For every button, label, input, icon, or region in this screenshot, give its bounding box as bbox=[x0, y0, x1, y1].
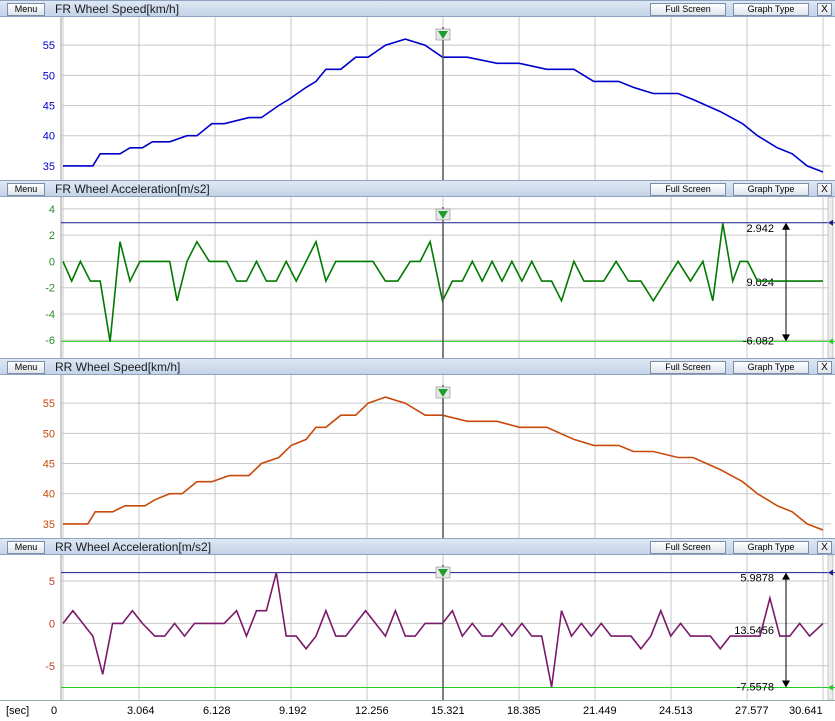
panel-titlebar: Menu FR Wheel Acceleration[m/s2] Full Sc… bbox=[0, 180, 835, 197]
close-button[interactable]: X bbox=[817, 3, 832, 16]
full-screen-button[interactable]: Full Screen bbox=[650, 541, 726, 554]
y-tick-label: 50 bbox=[43, 70, 55, 82]
close-button[interactable]: X bbox=[817, 361, 832, 374]
y-tick-label: 2 bbox=[49, 230, 55, 242]
y-tick-label: -6 bbox=[45, 335, 55, 347]
menu-button[interactable]: Menu bbox=[7, 183, 45, 196]
time-tick-label: 18.385 bbox=[507, 705, 541, 717]
panel-fr-wheel-acceleration: Menu FR Wheel Acceleration[m/s2] Full Sc… bbox=[0, 180, 835, 358]
time-tick-label: 3.064 bbox=[126, 705, 155, 717]
line-chart[interactable]: 4 2 0 -2 -4 -6 2.942 9.024 -6.082 bbox=[0, 197, 835, 358]
time-tick-label: 27.577 bbox=[735, 705, 769, 717]
y-tick-label: 55 bbox=[43, 398, 55, 410]
time-tick-label: 15.321 bbox=[431, 705, 465, 717]
lower-value-label: -6.082 bbox=[743, 335, 774, 347]
panel-titlebar: Menu FR Wheel Speed[km/h] Full Screen Gr… bbox=[0, 0, 835, 17]
range-arrow-up-icon bbox=[782, 222, 790, 230]
axis-unit-label: [sec] bbox=[6, 705, 30, 717]
panel-title: FR Wheel Acceleration[m/s2] bbox=[55, 182, 210, 196]
time-tick-label: 21.449 bbox=[583, 705, 617, 717]
line-chart[interactable]: 5 0 -5 5.9878 13.5456 -7.5578 bbox=[0, 555, 835, 700]
panel-title: RR Wheel Speed[km/h] bbox=[55, 360, 181, 374]
time-axis: [sec] 0 3.064 6.128 9.192 12.256 15.321 18.385… bbox=[0, 700, 835, 721]
menu-button[interactable]: Menu bbox=[7, 361, 45, 374]
line-chart[interactable]: 35 40 45 50 55 bbox=[0, 17, 835, 180]
y-tick-label: 55 bbox=[43, 40, 55, 52]
y-tick-label: 35 bbox=[43, 161, 55, 173]
lower-value-label: -7.5578 bbox=[737, 681, 774, 693]
close-button[interactable]: X bbox=[817, 183, 832, 196]
y-tick-label: 45 bbox=[43, 101, 55, 113]
plot-area[interactable]: 4 2 0 -2 -4 -6 2.942 9.024 -6.082 bbox=[0, 197, 835, 358]
y-tick-label: 4 bbox=[49, 204, 55, 216]
upper-value-label: 5.9878 bbox=[740, 573, 774, 585]
menu-button[interactable]: Menu bbox=[7, 541, 45, 554]
y-tick-label: 40 bbox=[43, 131, 55, 143]
time-tick-label: 0 bbox=[51, 705, 58, 717]
panel-rr-wheel-acceleration: Menu RR Wheel Acceleration[m/s2] Full Sc… bbox=[0, 538, 835, 700]
graph-type-button[interactable]: Graph Type bbox=[733, 361, 809, 374]
cursor-marker-icon bbox=[435, 28, 451, 41]
plot-area[interactable]: 35 40 45 50 55 bbox=[0, 375, 835, 538]
plot-area[interactable]: 5 0 -5 5.9878 13.5456 -7.5578 bbox=[0, 555, 835, 700]
time-tick-label: 6.128 bbox=[202, 705, 231, 717]
panel-titlebar: Menu RR Wheel Speed[km/h] Full Screen Gr… bbox=[0, 358, 835, 375]
range-value-label: 13.5456 bbox=[734, 625, 774, 637]
y-tick-label: -5 bbox=[45, 661, 55, 673]
y-tick-label: 5 bbox=[49, 576, 55, 588]
close-button[interactable]: X bbox=[817, 541, 832, 554]
graph-type-button[interactable]: Graph Type bbox=[733, 3, 809, 16]
cursor-marker-icon bbox=[435, 566, 451, 579]
time-tick-label: 12.256 bbox=[354, 705, 389, 717]
time-tick-label: 24.513 bbox=[659, 705, 693, 717]
menu-button[interactable]: Menu bbox=[7, 3, 45, 16]
cursor-marker-icon bbox=[435, 386, 451, 399]
line-chart[interactable]: 35 40 45 50 55 bbox=[0, 375, 835, 538]
graph-type-button[interactable]: Graph Type bbox=[733, 183, 809, 196]
panel-fr-wheel-speed: Menu FR Wheel Speed[km/h] Full Screen Gr… bbox=[0, 0, 835, 180]
y-tick-label: -4 bbox=[45, 309, 55, 321]
time-tick-label: 30.641 bbox=[789, 705, 823, 717]
y-tick-label: 40 bbox=[43, 489, 55, 501]
y-tick-label: 35 bbox=[43, 519, 55, 531]
full-screen-button[interactable]: Full Screen bbox=[650, 183, 726, 196]
upper-value-label: 2.942 bbox=[746, 223, 774, 235]
y-tick-label: 50 bbox=[43, 428, 55, 440]
panel-rr-wheel-speed: Menu RR Wheel Speed[km/h] Full Screen Gr… bbox=[0, 358, 835, 538]
range-arrow-up-icon bbox=[782, 572, 790, 580]
full-screen-button[interactable]: Full Screen bbox=[650, 361, 726, 374]
cursor-marker-icon bbox=[435, 208, 451, 221]
plot-area[interactable]: 35 40 45 50 55 bbox=[0, 17, 835, 180]
y-tick-label: 45 bbox=[43, 459, 55, 471]
panel-title: RR Wheel Acceleration[m/s2] bbox=[55, 540, 212, 554]
y-tick-label: -2 bbox=[45, 283, 55, 295]
range-value-label: 9.024 bbox=[746, 277, 774, 289]
time-tick-label: 9.192 bbox=[278, 705, 307, 717]
panel-titlebar: Menu RR Wheel Acceleration[m/s2] Full Sc… bbox=[0, 538, 835, 555]
y-tick-label: 0 bbox=[49, 618, 55, 630]
full-screen-button[interactable]: Full Screen bbox=[650, 3, 726, 16]
graph-type-button[interactable]: Graph Type bbox=[733, 541, 809, 554]
panel-title: FR Wheel Speed[km/h] bbox=[55, 2, 180, 16]
y-tick-label: 0 bbox=[49, 256, 55, 268]
right-scroll-handle bbox=[827, 555, 834, 700]
range-arrow-down-icon bbox=[782, 680, 790, 688]
